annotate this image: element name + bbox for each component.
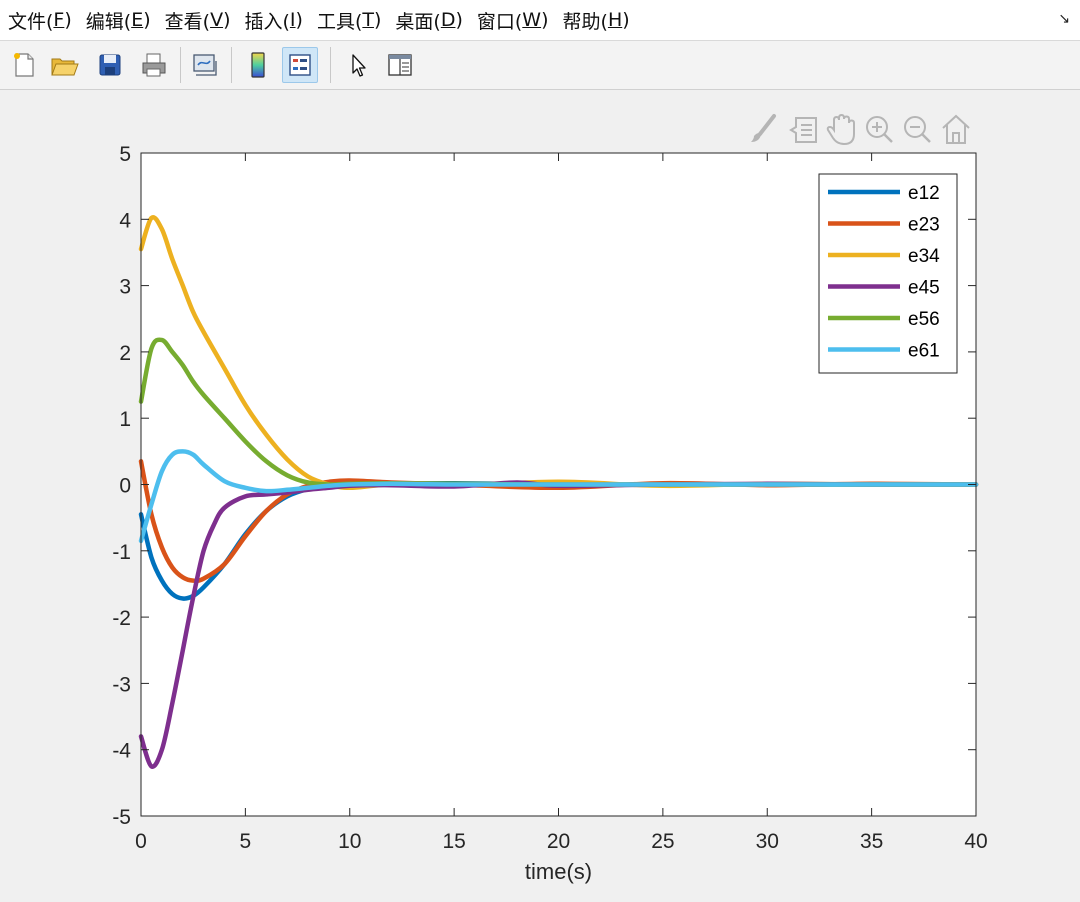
y-tick-label: -4	[112, 740, 131, 763]
x-tick-label: 30	[756, 830, 779, 853]
legend-label-e34: e34	[908, 246, 940, 267]
menu-file-close: )	[64, 9, 72, 31]
insert-legend-icon[interactable]	[282, 47, 318, 83]
menu-edit[interactable]: 编辑(E)	[78, 0, 157, 40]
legend-label-e12: e12	[908, 183, 940, 204]
menu-view-label: 查看(	[164, 10, 211, 33]
menu-insert[interactable]: 插入(I)	[236, 0, 308, 40]
y-tick-label: -2	[112, 607, 131, 630]
menu-tools-label: 工具(	[316, 10, 363, 33]
y-tick-label: -3	[112, 673, 131, 696]
open-file-icon[interactable]	[46, 47, 82, 83]
figure-canvas: 0 5 10 15 20 25 30 35 40 5 4 3 2 1 0 -1 -2 -3 -4 -5 time(s)…	[0, 90, 1080, 902]
menu-file-label: 文件(	[8, 10, 54, 33]
y-tick-label: 2	[119, 342, 131, 365]
y-tick-label: -1	[112, 541, 131, 564]
zoom-out-icon[interactable]	[904, 116, 931, 143]
menu-insert-label: 插入(	[244, 10, 290, 33]
menu-window-label: 窗口(	[476, 10, 523, 33]
menu-edit-mnemonic: E	[131, 9, 144, 31]
menu-tools[interactable]: 工具(T)	[309, 0, 387, 40]
legend-label-e23: e23	[908, 215, 940, 236]
y-tick-label: 5	[119, 143, 131, 166]
menu-desktop-close: )	[455, 9, 463, 31]
menu-file[interactable]: 文件(F)	[0, 0, 78, 40]
property-inspector-icon[interactable]	[382, 47, 418, 83]
brush-icon[interactable]	[751, 114, 776, 142]
toolbar-separator	[180, 47, 181, 83]
link-plot-icon[interactable]	[187, 47, 223, 83]
y-tick-label: 1	[119, 408, 131, 431]
menu-desktop-mnemonic: D	[440, 9, 456, 31]
legend[interactable]: e12 e23 e34 e45 e56 e61	[818, 173, 958, 374]
menu-window-close: )	[541, 9, 549, 31]
legend-label-e56: e56	[908, 309, 940, 330]
x-tick-label: 20	[547, 830, 570, 853]
menu-view-mnemonic: V	[210, 9, 224, 31]
pan-icon[interactable]	[826, 113, 855, 146]
menu-window-mnemonic: W	[522, 9, 542, 31]
x-tick-label: 0	[135, 830, 147, 853]
x-tick-label: 35	[860, 830, 883, 853]
menu-window[interactable]: 窗口(W)	[469, 0, 555, 40]
legend-label-e61: e61	[908, 341, 940, 362]
y-tick-label: 3	[119, 276, 131, 299]
axes-toolbar	[748, 110, 978, 150]
menu-help-close: )	[622, 9, 630, 31]
y-tick-label: -5	[112, 806, 131, 829]
x-tick-label: 5	[240, 830, 252, 853]
menu-desktop-label: 桌面(	[395, 10, 441, 33]
print-icon[interactable]	[136, 47, 172, 83]
legend-label-e45: e45	[908, 278, 940, 299]
menu-help[interactable]: 帮助(H)	[555, 0, 636, 40]
zoom-in-icon[interactable]	[866, 116, 893, 143]
insert-colorbar-icon[interactable]	[240, 47, 276, 83]
menu-view-close: )	[223, 9, 231, 31]
x-tick-label: 25	[651, 830, 674, 853]
line-chart: 0 5 10 15 20 25 30 35 40543210-1-2-3-4-5 time(s)…	[112, 143, 987, 884]
figure-toolbar	[0, 41, 1080, 90]
menu-help-label: 帮助(	[562, 10, 608, 33]
y-tick-label: 4	[119, 209, 131, 232]
x-tick-label: 40	[964, 830, 987, 853]
x-tick-label: 15	[442, 830, 465, 853]
dock-arrow-icon[interactable]: ↘	[1058, 11, 1070, 27]
toolbar-separator	[330, 47, 331, 83]
new-figure-icon[interactable]	[6, 47, 42, 83]
data-tips-icon[interactable]	[789, 117, 817, 143]
menu-desktop[interactable]: 桌面(D)	[387, 0, 468, 40]
edit-plot-icon[interactable]	[340, 47, 376, 83]
x-tick-label: 10	[338, 830, 361, 853]
menu-edit-close: )	[143, 9, 151, 31]
x-axis-label: time(s)	[525, 859, 592, 884]
menu-tools-close: )	[373, 9, 382, 31]
menu-bar: 文件(F) 编辑(E) 查看(V) 插入(I) 工具(T) 桌面(D) 窗口(W…	[0, 0, 1080, 41]
toolbar-separator	[231, 47, 232, 83]
menu-edit-label: 编辑(	[85, 10, 132, 33]
restore-view-icon[interactable]	[942, 114, 970, 144]
save-icon[interactable]	[92, 47, 128, 83]
menu-insert-close: )	[295, 9, 303, 31]
menu-file-mnemonic: F	[53, 9, 65, 31]
y-tick-label: 0	[119, 475, 131, 498]
menu-tools-mnemonic: T	[362, 9, 374, 31]
menu-help-mnemonic: H	[607, 9, 623, 31]
menu-view[interactable]: 查看(V)	[157, 0, 237, 40]
